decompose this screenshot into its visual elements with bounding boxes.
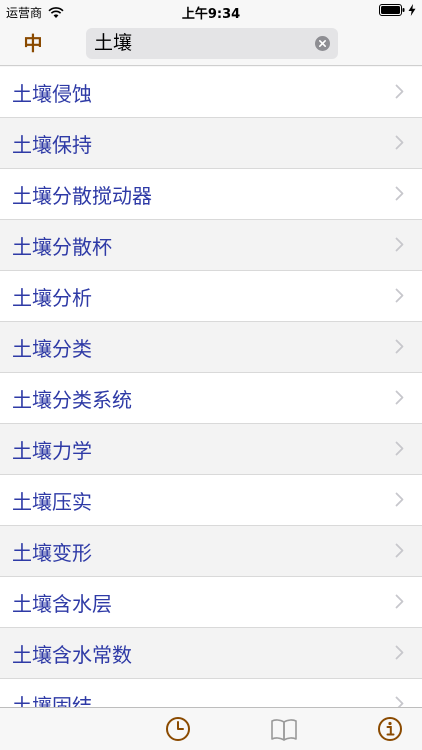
- list-item[interactable]: 土壤分散杯: [0, 220, 422, 271]
- list-item[interactable]: 土壤压实: [0, 475, 422, 526]
- chevron-right-icon: [395, 237, 404, 252]
- list-item[interactable]: 土壤含水层: [0, 577, 422, 628]
- list-item-label: 土壤分类系统: [12, 388, 132, 412]
- search-input[interactable]: 土壤: [86, 28, 338, 59]
- chevron-right-icon: [395, 84, 404, 99]
- chevron-right-icon: [395, 441, 404, 456]
- list-item-label: 土壤含水常数: [12, 643, 132, 667]
- chevron-right-icon: [395, 288, 404, 303]
- chevron-right-icon: [395, 390, 404, 405]
- list-item[interactable]: 土壤分析: [0, 271, 422, 322]
- status-time: 上午9:34: [181, 7, 241, 22]
- list-item-label: 土壤侵蚀: [12, 82, 92, 106]
- results-list[interactable]: 土壤侵蚀 土壤保持 土壤分散搅动器 土壤分散杯 土壤分析 土壤分类 土壤分类系统: [0, 67, 422, 707]
- nav-bar: 中 土壤: [0, 22, 422, 66]
- clock-icon[interactable]: [164, 715, 192, 743]
- chevron-right-icon: [395, 696, 404, 707]
- list-item[interactable]: 土壤变形: [0, 526, 422, 577]
- list-item[interactable]: 土壤分散搅动器: [0, 169, 422, 220]
- list-item-label: 土壤力学: [12, 439, 92, 463]
- chevron-right-icon: [395, 594, 404, 609]
- language-toggle-button[interactable]: 中: [20, 31, 46, 57]
- clear-icon[interactable]: [315, 36, 330, 51]
- chevron-right-icon: [395, 339, 404, 354]
- list-item-label: 土壤分散杯: [12, 235, 112, 259]
- search-input-value[interactable]: 土壤: [94, 31, 132, 55]
- app-screen: 运营商 上午9:34 中 土壤 土壤侵蚀 土壤保持 土壤分散搅动器 土壤分散杯 …: [0, 0, 422, 750]
- status-right: [379, 4, 416, 16]
- list-item[interactable]: 土壤保持: [0, 118, 422, 169]
- chevron-right-icon: [395, 645, 404, 660]
- battery-icon: [379, 4, 405, 16]
- list-item[interactable]: 土壤力学: [0, 424, 422, 475]
- list-item-label: 土壤分类: [12, 337, 92, 361]
- status-bar: 运营商 上午9:34: [0, 0, 422, 22]
- chevron-right-icon: [395, 492, 404, 507]
- list-item-label: 土壤变形: [12, 541, 92, 565]
- tab-bar: [0, 707, 422, 750]
- chevron-right-icon: [395, 543, 404, 558]
- list-item[interactable]: 土壤固结: [0, 679, 422, 707]
- list-item-label: 土壤保持: [12, 133, 92, 157]
- chevron-right-icon: [395, 135, 404, 150]
- list-item[interactable]: 土壤含水常数: [0, 628, 422, 679]
- list-item[interactable]: 土壤分类: [0, 322, 422, 373]
- charging-icon: [408, 4, 416, 16]
- list-item-label: 土壤固结: [12, 694, 92, 707]
- list-item[interactable]: 土壤侵蚀: [0, 67, 422, 118]
- list-item-label: 土壤压实: [12, 490, 92, 514]
- book-icon[interactable]: [270, 715, 298, 743]
- list-item[interactable]: 土壤分类系统: [0, 373, 422, 424]
- list-item-label: 土壤含水层: [12, 592, 112, 616]
- info-icon[interactable]: [376, 715, 404, 743]
- list-item-label: 土壤分散搅动器: [12, 184, 152, 208]
- list-item-label: 土壤分析: [12, 286, 92, 310]
- chevron-right-icon: [395, 186, 404, 201]
